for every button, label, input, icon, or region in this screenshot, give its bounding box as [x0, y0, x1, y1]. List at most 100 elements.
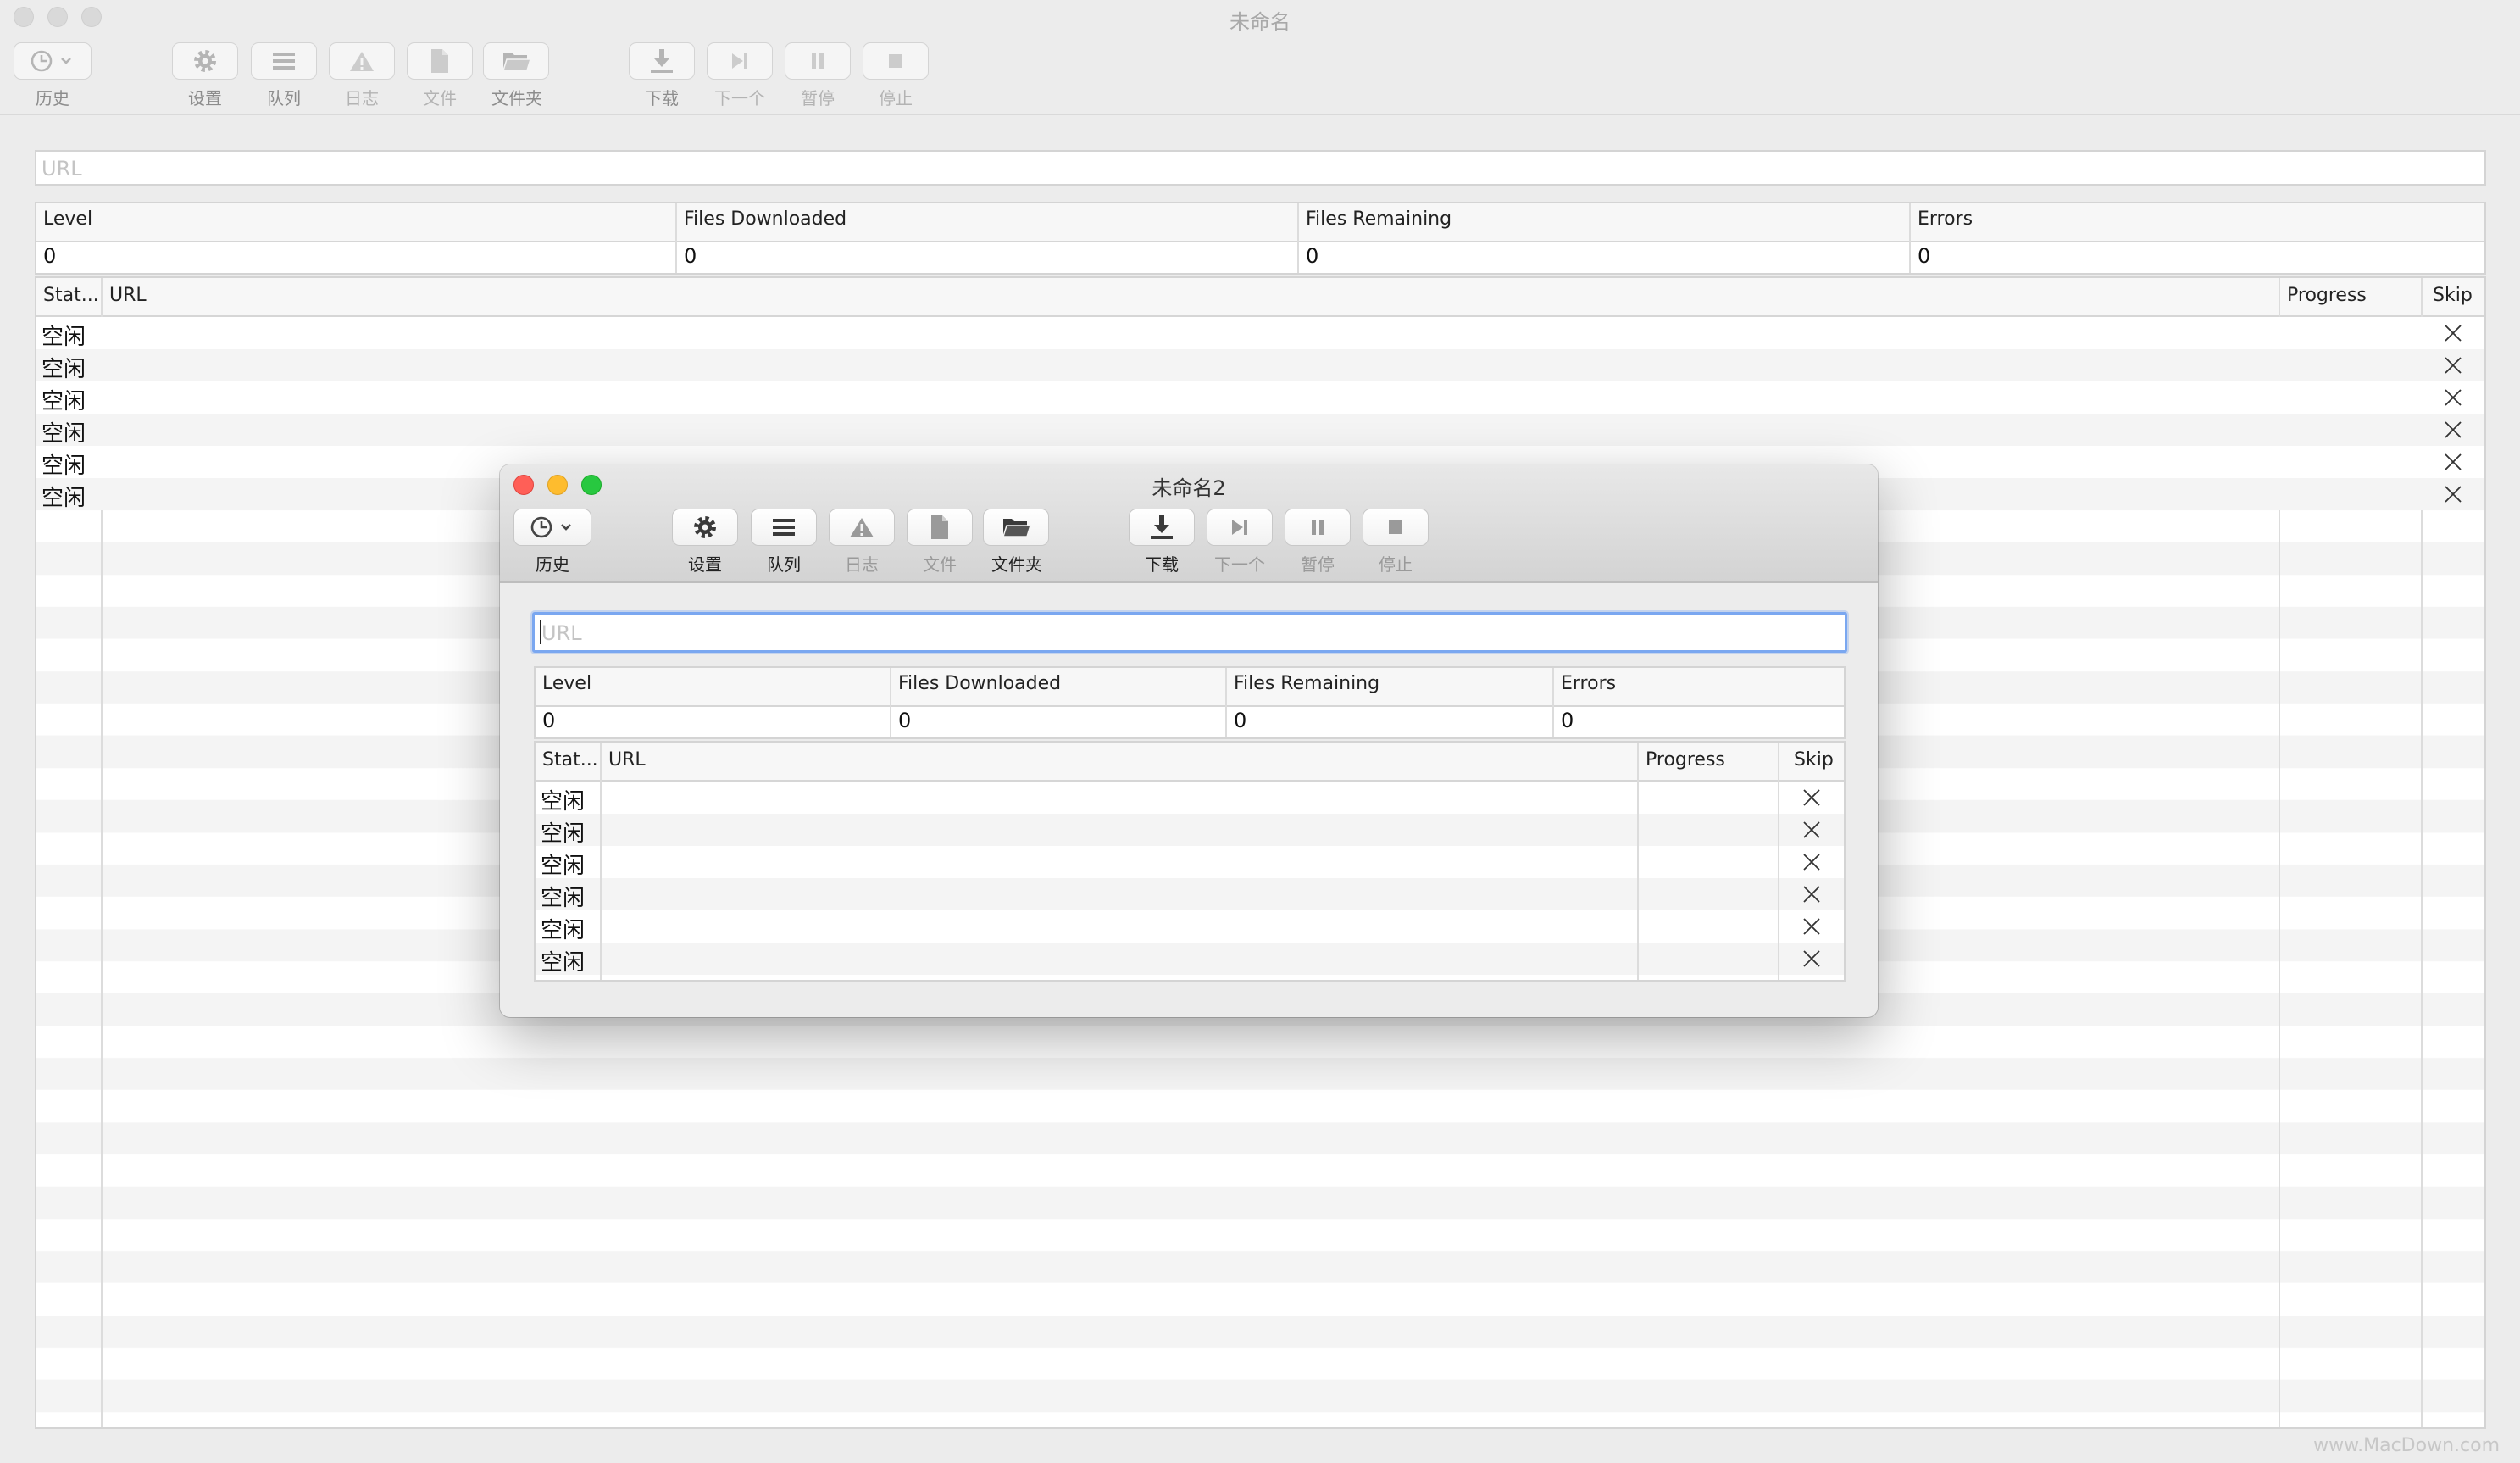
skip-button[interactable] — [2443, 323, 2463, 343]
settings-button[interactable] — [172, 42, 238, 80]
close-x-icon — [2445, 421, 2462, 438]
queue-header-row — [36, 278, 2484, 317]
stats-header-errors: Errors — [1561, 673, 1617, 694]
log-button[interactable] — [829, 509, 895, 546]
settings-toolbar-item[interactable]: 设置 — [172, 42, 238, 110]
settings-toolbar-item[interactable]: 设置 — [672, 509, 738, 580]
zoom-button[interactable] — [81, 7, 102, 27]
warning-icon — [850, 518, 874, 537]
pause-button[interactable] — [1285, 509, 1351, 546]
folder-icon — [502, 53, 532, 71]
queue-header-skip[interactable]: Skip — [2433, 285, 2473, 306]
folder-button[interactable] — [983, 509, 1049, 546]
window-title: 未命名 — [1229, 10, 1291, 34]
close-button[interactable] — [513, 475, 534, 495]
queue-header-progress[interactable]: Progress — [2287, 285, 2367, 306]
stop-toolbar-item[interactable]: 停止 — [1363, 509, 1429, 580]
stop-button[interactable] — [863, 42, 929, 80]
download-button[interactable] — [1129, 509, 1195, 546]
download-toolbar-item[interactable]: 下载 — [1129, 509, 1195, 580]
download-toolbar-item[interactable]: 下载 — [629, 42, 695, 110]
queue-header-url[interactable]: URL — [608, 749, 646, 770]
log-button[interactable] — [329, 42, 395, 80]
row-status: 空闲 — [42, 453, 86, 479]
skip-button[interactable] — [1801, 820, 1822, 840]
stats-header-row — [36, 203, 2484, 242]
folder-toolbar-item[interactable]: 文件夹 — [483, 42, 551, 110]
queue-toolbar-item[interactable]: 队列 — [751, 509, 817, 580]
stats-header-errors: Errors — [1918, 209, 1973, 230]
next-toolbar-item[interactable]: 下一个 — [707, 42, 773, 110]
queue-header-status[interactable]: Stat... — [542, 749, 598, 770]
url-placeholder: URL — [541, 621, 582, 645]
table-row[interactable]: 空闲 — [536, 814, 1844, 847]
row-status: 空闲 — [541, 854, 586, 879]
download-icon — [651, 49, 673, 73]
queue-header-skip[interactable]: Skip — [1794, 749, 1834, 770]
table-row[interactable]: 空闲 — [36, 317, 2484, 350]
queue-header-progress[interactable]: Progress — [1646, 749, 1725, 770]
stop-button[interactable] — [1363, 509, 1429, 546]
skip-button[interactable] — [1801, 948, 1822, 969]
history-toolbar-item[interactable]: 历史 — [14, 42, 92, 110]
queue-header-status[interactable]: Stat... — [43, 285, 99, 306]
titlebar-toolbar: 未命名2 历史 设置 队列 日志 文件 文件夹 下载 下一个 暂停 停止 — [500, 464, 1878, 583]
skip-button[interactable] — [2443, 452, 2463, 472]
skip-button[interactable] — [2443, 420, 2463, 440]
minimize-button[interactable] — [47, 7, 68, 27]
next-button[interactable] — [1207, 509, 1273, 546]
close-button[interactable] — [14, 7, 34, 27]
queue-table: Stat... URL Progress Skip 空闲 空闲 空闲 空闲 空闲 空闲 — [534, 741, 1846, 982]
skip-button[interactable] — [1801, 787, 1822, 808]
history-toolbar-item[interactable]: 历史 — [513, 509, 591, 580]
history-button[interactable] — [513, 509, 591, 546]
next-button[interactable] — [707, 42, 773, 80]
pause-toolbar-item[interactable]: 暂停 — [785, 42, 851, 110]
pause-button[interactable] — [785, 42, 851, 80]
queue-header-url[interactable]: URL — [109, 285, 147, 306]
file-toolbar-item[interactable]: 文件 — [907, 509, 973, 580]
queue-button[interactable] — [751, 509, 817, 546]
stats-header-files-downloaded: Files Downloaded — [898, 673, 1062, 694]
pause-toolbar-item[interactable]: 暂停 — [1285, 509, 1351, 580]
queue-label: 队列 — [767, 554, 801, 575]
stats-value-files-downloaded: 0 — [898, 709, 912, 732]
skip-button[interactable] — [1801, 884, 1822, 904]
file-button[interactable] — [907, 509, 973, 546]
table-row[interactable]: 空闲 — [36, 414, 2484, 447]
stats-header-files-remaining: Files Remaining — [1234, 673, 1380, 694]
next-toolbar-item[interactable]: 下一个 — [1207, 509, 1273, 580]
stop-toolbar-item[interactable]: 停止 — [863, 42, 929, 110]
log-toolbar-item[interactable]: 日志 — [329, 42, 395, 110]
settings-button[interactable] — [672, 509, 738, 546]
file-toolbar-item[interactable]: 文件 — [407, 42, 473, 110]
skip-button[interactable] — [2443, 484, 2463, 504]
log-toolbar-item[interactable]: 日志 — [829, 509, 895, 580]
history-button[interactable] — [14, 42, 92, 80]
table-row[interactable]: 空闲 — [536, 782, 1844, 815]
table-row[interactable]: 空闲 — [536, 943, 1844, 976]
table-row[interactable]: 空闲 — [36, 349, 2484, 382]
close-x-icon — [1803, 854, 1820, 871]
folder-toolbar-item[interactable]: 文件夹 — [983, 509, 1051, 580]
url-input[interactable]: URL — [35, 150, 2486, 186]
table-row[interactable]: 空闲 — [536, 910, 1844, 943]
skip-button[interactable] — [1801, 916, 1822, 937]
table-row[interactable]: 空闲 — [536, 878, 1844, 911]
warning-icon — [350, 52, 374, 71]
queue-toolbar-item[interactable]: 队列 — [251, 42, 317, 110]
queue-button[interactable] — [251, 42, 317, 80]
row-status: 空闲 — [42, 357, 86, 382]
skip-button[interactable] — [1801, 852, 1822, 872]
table-row[interactable]: 空闲 — [36, 381, 2484, 414]
file-button[interactable] — [407, 42, 473, 80]
table-row[interactable]: 空闲 — [536, 846, 1844, 879]
skip-button[interactable] — [2443, 387, 2463, 408]
stats-divider — [675, 203, 677, 273]
skip-button[interactable] — [2443, 355, 2463, 375]
download-button[interactable] — [629, 42, 695, 80]
folder-button[interactable] — [483, 42, 549, 80]
url-input[interactable]: URL — [532, 612, 1847, 653]
zoom-button[interactable] — [581, 475, 602, 495]
minimize-button[interactable] — [547, 475, 568, 495]
